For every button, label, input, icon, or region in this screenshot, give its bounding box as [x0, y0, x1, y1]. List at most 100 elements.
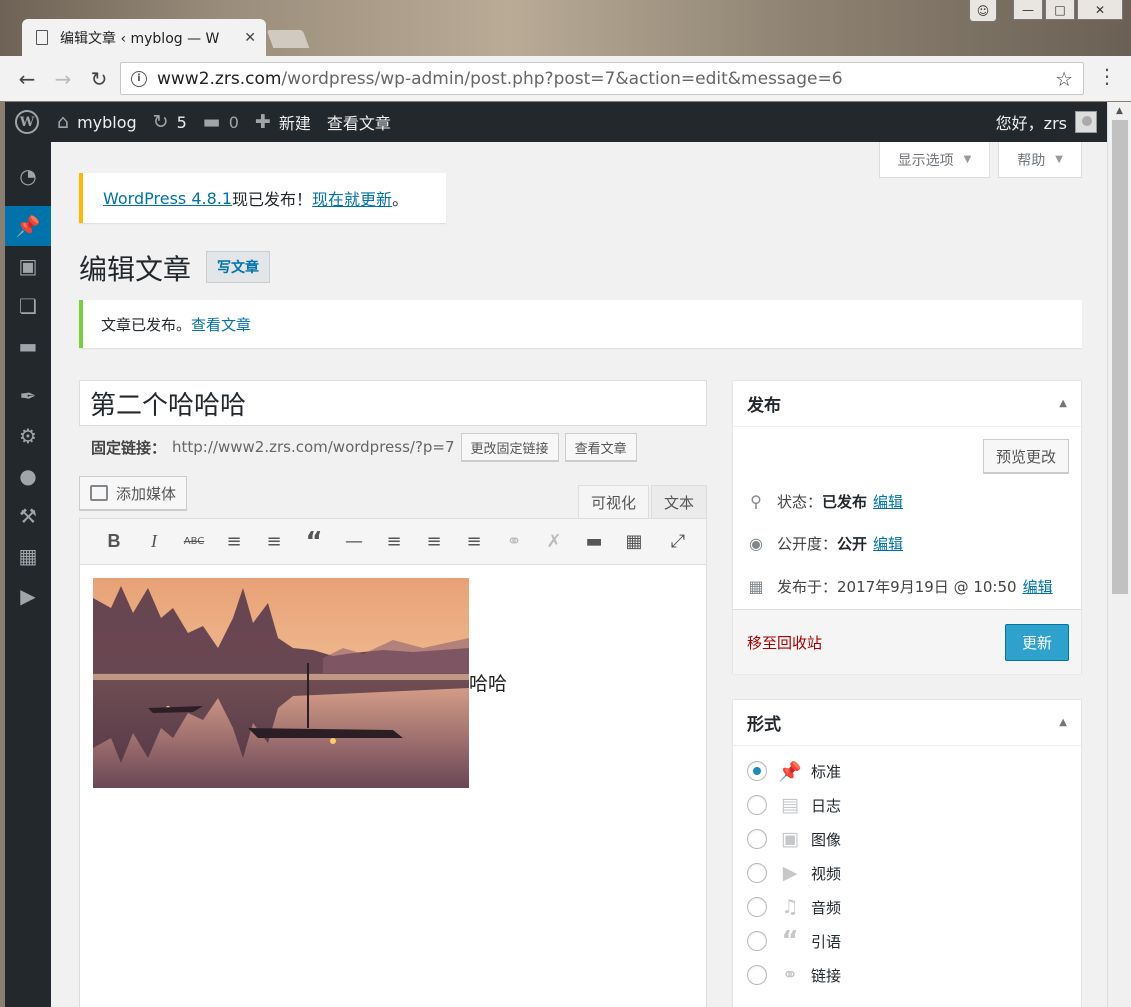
scroll-up-icon[interactable]: ▲ — [1108, 102, 1131, 120]
blockquote-button[interactable]: “ — [294, 527, 334, 557]
update-button[interactable]: 更新 — [1004, 624, 1069, 661]
radio-video[interactable] — [747, 863, 767, 883]
radio-aside[interactable] — [747, 795, 767, 815]
insert-link-button[interactable]: ⚭ — [494, 527, 534, 557]
numbered-list-button[interactable]: ≡ — [254, 527, 294, 557]
editor-body[interactable]: 哈哈 — [80, 565, 706, 1007]
radio-audio[interactable] — [747, 897, 767, 917]
format-option-video[interactable]: ▶ 视频 — [747, 862, 841, 884]
sidebar-item-tools[interactable]: ⚒ — [5, 496, 51, 536]
back-button[interactable]: ← — [12, 64, 42, 94]
radio-quote[interactable] — [747, 931, 767, 951]
format-option-audio[interactable]: ♫ 音频 — [747, 896, 841, 918]
bulleted-list-button[interactable]: ≡ — [214, 527, 254, 557]
edit-visibility-link[interactable]: 编辑 — [873, 533, 903, 554]
updates-icon: ↻ — [152, 111, 169, 133]
minimize-button[interactable]: — — [1013, 0, 1043, 20]
sidebar-item-users[interactable]: ● — [5, 456, 51, 496]
collapse-arrow-icon[interactable]: ▲ — [1059, 398, 1067, 409]
comments-menu[interactable]: ▬ 0 — [195, 102, 247, 142]
bookmark-star-icon[interactable]: ☆ — [1055, 67, 1073, 91]
fullscreen-button[interactable]: ⤢ — [658, 527, 698, 557]
publish-box-header[interactable]: 发布 ▲ — [733, 381, 1081, 427]
sidebar-item-comments[interactable]: ▬ — [5, 326, 51, 366]
format-option-quote[interactable]: “ 引语 — [747, 926, 841, 956]
wordpress-version-link[interactable]: WordPress 4.8.1 — [103, 189, 232, 208]
post-image[interactable] — [93, 578, 469, 788]
caret-down-icon: ▼ — [963, 154, 972, 165]
update-now-link[interactable]: 现在就更新 — [312, 186, 392, 210]
view-post-menu[interactable]: 查看文章 — [319, 102, 399, 142]
updates-menu[interactable]: ↻ 5 — [145, 102, 195, 142]
link-icon: ⚭ — [506, 531, 522, 552]
read-more-button[interactable]: ▬ — [574, 527, 614, 557]
tab-close-icon[interactable]: ✕ — [244, 30, 256, 46]
remove-link-button[interactable]: ✗ — [534, 527, 574, 557]
preview-changes-button[interactable]: 预览更改 — [982, 439, 1069, 473]
format-option-standard[interactable]: 📌 标准 — [747, 760, 841, 783]
align-center-button[interactable]: ≡ — [414, 527, 454, 557]
my-account-menu[interactable]: 您好，zrs — [996, 110, 1107, 134]
sidebar-item-appearance[interactable]: ✒ — [5, 376, 51, 416]
add-new-post-button[interactable]: 写文章 — [206, 251, 270, 283]
format-box-header[interactable]: 形式 ▲ — [733, 700, 1081, 746]
radio-standard[interactable] — [747, 761, 767, 781]
edit-status-link[interactable]: 编辑 — [873, 491, 903, 512]
permalink-url[interactable]: http://www2.zrs.com/wordpress/?p=7 — [172, 438, 455, 456]
profile-button[interactable]: ☺ — [969, 0, 997, 22]
help-button[interactable]: 帮助 ▼ — [998, 142, 1082, 178]
sidebar-item-media[interactable]: ▣ — [5, 246, 51, 286]
tab-text[interactable]: 文本 — [651, 485, 708, 518]
browser-menu-icon[interactable]: ⋮ — [1097, 66, 1117, 86]
scrollbar-thumb[interactable] — [1112, 120, 1128, 594]
view-post-button[interactable]: 查看文章 — [564, 433, 637, 461]
collapse-arrow-icon[interactable]: ▲ — [1059, 717, 1067, 728]
close-window-button[interactable]: ✕ — [1077, 0, 1123, 20]
address-bar[interactable]: i www2.zrs.com/wordpress/wp-admin/post.p… — [120, 62, 1084, 95]
radio-image[interactable] — [747, 829, 767, 849]
edit-date-link[interactable]: 编辑 — [1023, 576, 1053, 597]
radio-link[interactable] — [747, 965, 767, 985]
info-icon[interactable]: i — [131, 70, 147, 87]
align-right-button[interactable]: ≡ — [454, 527, 494, 557]
screen-options-button[interactable]: 显示选项 ▼ — [878, 142, 991, 178]
format-option-aside[interactable]: ▤ 日志 — [747, 794, 841, 816]
tab-visual[interactable]: 可视化 — [578, 485, 650, 518]
horizontal-line-button[interactable]: — — [334, 527, 374, 557]
edit-permalink-button[interactable]: 更改固定链接 — [460, 433, 559, 461]
move-to-trash-link[interactable]: 移至回收站 — [747, 632, 822, 653]
format-option-link[interactable]: ⚭ 链接 — [747, 964, 841, 986]
sidebar-item-collapse[interactable]: ▶ — [5, 576, 51, 616]
quote-icon: “ — [305, 526, 323, 557]
bold-button[interactable]: B — [94, 527, 134, 557]
reload-button[interactable]: ↻ — [84, 64, 114, 94]
screen-meta-links: 显示选项 ▼ 帮助 ▼ — [878, 142, 1082, 178]
maximize-button[interactable]: □ — [1045, 0, 1075, 20]
toolbar-toggle-button[interactable]: ▦ — [614, 527, 654, 557]
sidebar-item-pages[interactable]: ❏ — [5, 286, 51, 326]
updates-count: 5 — [176, 112, 187, 132]
close-icon: ✕ — [1094, 2, 1106, 17]
align-left-button[interactable]: ≡ — [374, 527, 414, 557]
site-name-menu[interactable]: ⌂ myblog — [49, 102, 145, 142]
new-content-menu[interactable]: ✚ 新建 — [247, 102, 319, 142]
publish-box: 发布 ▲ 预览更改 ⚲ 状态： 已发布 编辑 ◉ 公开度： 公开 编辑 ▦ 发布… — [732, 380, 1082, 674]
wp-logo-menu[interactable]: W — [5, 102, 49, 142]
sidebar-item-plugins[interactable]: ⚙ — [5, 416, 51, 456]
sidebar-item-settings[interactable]: ▦ — [5, 536, 51, 576]
forward-button[interactable]: → — [48, 64, 78, 94]
status-label: 状态： — [777, 493, 823, 511]
browser-tab[interactable]: 编辑文章 ‹ myblog — W ✕ — [22, 19, 266, 56]
strikethrough-button[interactable]: ABC — [174, 527, 214, 557]
notice-view-post-link[interactable]: 查看文章 — [191, 314, 251, 335]
plus-icon: ✚ — [254, 111, 271, 133]
post-title-input[interactable]: 第二个哈哈哈 — [79, 380, 707, 426]
format-option-image[interactable]: ▣ 图像 — [747, 828, 841, 850]
sidebar-item-dashboard[interactable]: ◔ — [5, 156, 51, 196]
dashboard-icon: ◔ — [19, 164, 37, 188]
page-scrollbar[interactable]: ▲ — [1107, 102, 1131, 1007]
new-tab-button[interactable] — [266, 30, 310, 48]
add-media-button[interactable]: 添加媒体 — [79, 476, 188, 510]
italic-button[interactable]: I — [134, 527, 174, 557]
sidebar-item-posts[interactable]: 📌 — [5, 206, 51, 246]
